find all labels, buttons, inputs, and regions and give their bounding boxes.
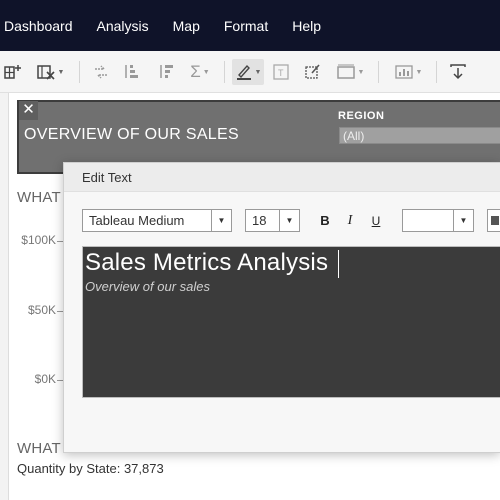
editor-title-text[interactable]: Sales Metrics Analysis bbox=[85, 249, 328, 277]
totals-icon[interactable]: Σ ▼ bbox=[185, 59, 215, 85]
axis-tick-label: $50K bbox=[27, 303, 56, 317]
sheet-title-sales: WHAT bbox=[17, 189, 61, 206]
menu-bar: Dashboard Analysis Map Format Help bbox=[0, 0, 500, 51]
annotate-icon[interactable] bbox=[302, 59, 324, 85]
font-family-select[interactable]: Tableau Medium ▼ bbox=[82, 209, 232, 232]
dialog-title: Edit Text bbox=[82, 170, 132, 185]
swap-icon[interactable] bbox=[90, 59, 112, 85]
text-label-icon[interactable]: T bbox=[270, 59, 292, 85]
text-cursor bbox=[338, 250, 339, 278]
toolbar: ▼ Σ ▼ ▼ T ▼ ▼ bbox=[0, 51, 500, 93]
underline-button[interactable]: U bbox=[366, 210, 386, 232]
download-icon[interactable] bbox=[447, 59, 469, 85]
sort-descending-icon[interactable] bbox=[155, 59, 177, 85]
highlight-icon[interactable]: ▼ bbox=[232, 59, 264, 85]
text-color-select[interactable]: ▼ bbox=[402, 209, 474, 232]
show-me-icon[interactable]: ▼ bbox=[390, 59, 426, 85]
editor-subtitle-text[interactable]: Overview of our sales bbox=[85, 279, 210, 294]
fit-width-icon[interactable]: ▼ bbox=[334, 59, 366, 85]
chevron-down-icon[interactable]: ▼ bbox=[453, 210, 473, 231]
quantity-by-state-label: Quantity by State: 37,873 bbox=[17, 461, 164, 476]
menu-format[interactable]: Format bbox=[212, 18, 280, 34]
sort-ascending-icon[interactable] bbox=[120, 59, 142, 85]
chevron-down-icon[interactable]: ▼ bbox=[211, 210, 231, 231]
sheet-title-quantity: WHAT bbox=[17, 440, 61, 457]
axis-tick-label: $100K bbox=[21, 233, 56, 247]
font-size-value: 18 bbox=[252, 213, 267, 228]
font-size-select[interactable]: 18 ▼ bbox=[245, 209, 300, 232]
menu-analysis[interactable]: Analysis bbox=[85, 18, 161, 34]
region-filter-dropdown[interactable]: (All) bbox=[339, 127, 500, 144]
new-datasource-icon[interactable] bbox=[2, 59, 24, 85]
clear-sheet-icon[interactable]: ▼ bbox=[34, 59, 66, 85]
chevron-down-icon[interactable]: ▼ bbox=[279, 210, 299, 231]
menu-map[interactable]: Map bbox=[161, 18, 212, 34]
italic-button[interactable]: I bbox=[340, 210, 360, 232]
menu-help[interactable]: Help bbox=[280, 18, 333, 34]
align-icon bbox=[491, 216, 499, 225]
close-icon[interactable]: ✕ bbox=[19, 101, 38, 120]
axis-tick-label: $0K bbox=[34, 372, 56, 386]
menu-dashboard[interactable]: Dashboard bbox=[0, 18, 85, 34]
font-family-value: Tableau Medium bbox=[89, 213, 185, 228]
dialog-titlebar[interactable]: Edit Text bbox=[64, 163, 500, 192]
svg-text:T: T bbox=[278, 68, 284, 78]
dashboard-header-title: OVERVIEW OF OUR SALES bbox=[24, 126, 239, 143]
bold-button[interactable]: B bbox=[315, 210, 335, 232]
region-filter-label: REGION bbox=[338, 110, 385, 122]
alignment-select[interactable] bbox=[487, 209, 500, 232]
left-panel-edge bbox=[0, 93, 9, 500]
